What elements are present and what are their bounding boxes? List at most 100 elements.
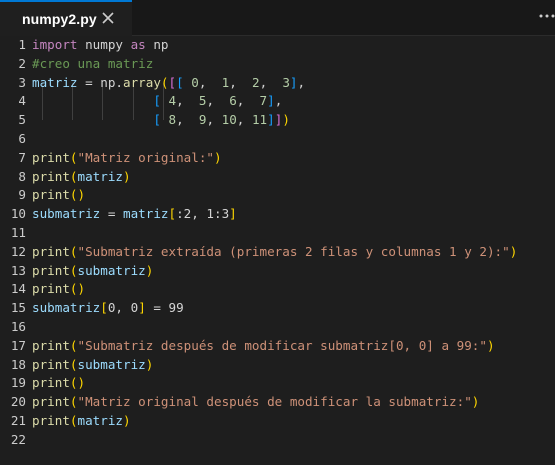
- code-token: print: [32, 187, 70, 203]
- code-line[interactable]: 18 print(submatriz): [0, 356, 555, 375]
- code-text: print("Matriz original después de modifi…: [32, 393, 479, 412]
- code-text: print(): [32, 374, 85, 393]
- code-token: (): [69, 281, 86, 297]
- code-text: print(): [32, 186, 85, 205]
- line-number: 14: [10, 281, 26, 297]
- code-text: submatriz[0, 0] = 99: [32, 299, 184, 318]
- code-token: as: [130, 37, 146, 52]
- code-line[interactable]: 9 print(): [0, 186, 555, 205]
- code-token: matriz: [77, 168, 124, 184]
- code-token: ,: [176, 112, 199, 128]
- code-line[interactable]: 22: [0, 431, 555, 450]
- code-token: "Submatriz después de modificar submatri…: [77, 337, 487, 353]
- code-line[interactable]: 14 print(): [0, 280, 555, 299]
- code-token: ): [282, 112, 290, 128]
- code-token: ): [509, 243, 518, 259]
- line-number: 22: [10, 431, 26, 447]
- close-icon[interactable]: [101, 11, 115, 25]
- line-number: 13: [10, 262, 26, 278]
- code-token: (: [69, 149, 78, 165]
- code-token: ): [123, 168, 131, 184]
- code-token: ]: [229, 206, 237, 222]
- code-token: [: [168, 74, 177, 90]
- code-text: print(submatriz): [32, 262, 153, 281]
- code-line[interactable]: 20 print("Matriz original después de modi…: [0, 393, 555, 412]
- code-line[interactable]: 21 print(matriz): [0, 412, 555, 431]
- code-line[interactable]: 2 #creo una matriz: [0, 55, 555, 74]
- code-token: 6: [229, 93, 237, 109]
- code-token: ,: [229, 74, 252, 90]
- tab-numpy2-py[interactable]: numpy2.py: [0, 0, 132, 36]
- code-token: 10: [221, 112, 237, 128]
- code-line[interactable]: 8 print(matriz): [0, 168, 555, 187]
- code-token: ,: [206, 112, 222, 128]
- code-token: 11: [251, 112, 268, 128]
- tab-filename: numpy2.py: [22, 11, 97, 27]
- code-token: (: [69, 168, 78, 184]
- code-line[interactable]: 3 matriz = np.array([[ 0, 1, 2, 3],: [0, 74, 555, 93]
- line-number: 5: [18, 112, 26, 128]
- code-token: ): [486, 337, 495, 353]
- code-line[interactable]: 1 import numpy as np: [0, 36, 555, 55]
- code-token: 7: [259, 93, 268, 109]
- code-line[interactable]: 6: [0, 130, 555, 149]
- code-text: submatriz = matriz[:2, 1:3]: [32, 205, 237, 224]
- code-line[interactable]: 5 [ 8, 9, 10, 11]]): [0, 111, 555, 130]
- code-token: 2: [251, 74, 260, 90]
- code-text: print(matriz): [32, 168, 131, 187]
- code-token: [: [176, 74, 184, 90]
- line-number: 7: [18, 149, 26, 165]
- code-text: print("Submatriz después de modificar su…: [32, 337, 495, 356]
- code-token: ]: [267, 93, 275, 109]
- code-line[interactable]: 11: [0, 224, 555, 243]
- code-token: [: [100, 300, 108, 316]
- line-number: 15: [10, 300, 26, 316]
- code-text: import numpy as np: [32, 36, 169, 55]
- code-line[interactable]: 15 submatriz[0, 0] = 99: [0, 299, 555, 318]
- code-line[interactable]: 4 [ 4, 5, 6, 7],: [0, 92, 555, 111]
- more-actions-icon[interactable]: [539, 8, 555, 24]
- code-line[interactable]: 13 print(submatriz): [0, 262, 555, 281]
- code-token: matriz: [32, 74, 78, 90]
- code-token: ): [123, 413, 131, 428]
- code-token: ,: [236, 112, 252, 128]
- line-number: 19: [10, 375, 26, 391]
- code-token: (: [69, 337, 78, 353]
- code-token: ,: [274, 93, 283, 109]
- code-line[interactable]: 10 submatriz = matriz[:2, 1:3]: [0, 205, 555, 224]
- code-token: print: [32, 337, 70, 353]
- code-editor[interactable]: 1 import numpy as np 2 #creo una matriz 3 mat…: [0, 36, 555, 465]
- code-token: (: [69, 262, 78, 278]
- code-token: (: [69, 394, 78, 410]
- code-token: ): [145, 262, 154, 278]
- code-token: print: [32, 149, 70, 165]
- code-token: ]: [289, 74, 298, 90]
- code-token: print: [32, 394, 70, 410]
- editor-tab-bar: numpy2.py: [0, 0, 555, 36]
- line-number: 9: [18, 187, 26, 203]
- code-token: numpy: [77, 37, 131, 52]
- code-token: = np.: [77, 74, 123, 90]
- code-line[interactable]: 16: [0, 318, 555, 337]
- code-text: print("Submatriz extraída (primeras 2 fi…: [32, 243, 517, 262]
- code-line[interactable]: 17 print("Submatriz después de modificar …: [0, 337, 555, 356]
- code-token: =: [100, 206, 123, 222]
- code-text: matriz = np.array([[ 0, 1, 2, 3],: [32, 74, 305, 93]
- code-token: (: [69, 243, 78, 259]
- code-token: ,: [236, 93, 260, 109]
- code-token: print: [32, 281, 70, 297]
- code-token: array: [123, 74, 161, 90]
- line-number: 21: [10, 413, 26, 428]
- code-line[interactable]: 19 print(): [0, 374, 555, 393]
- line-number: 6: [18, 131, 26, 146]
- code-token: 8: [168, 112, 177, 128]
- code-line[interactable]: 12 print("Submatriz extraída (primeras 2 …: [0, 243, 555, 262]
- line-number: 16: [10, 319, 26, 334]
- code-token: submatriz: [32, 300, 101, 316]
- code-token: matriz: [77, 413, 124, 428]
- code-text: #creo una matriz: [32, 55, 153, 74]
- code-token: "Submatriz extraída (primeras 2 filas y …: [77, 243, 510, 259]
- code-line[interactable]: 7 print("Matriz original:"): [0, 149, 555, 168]
